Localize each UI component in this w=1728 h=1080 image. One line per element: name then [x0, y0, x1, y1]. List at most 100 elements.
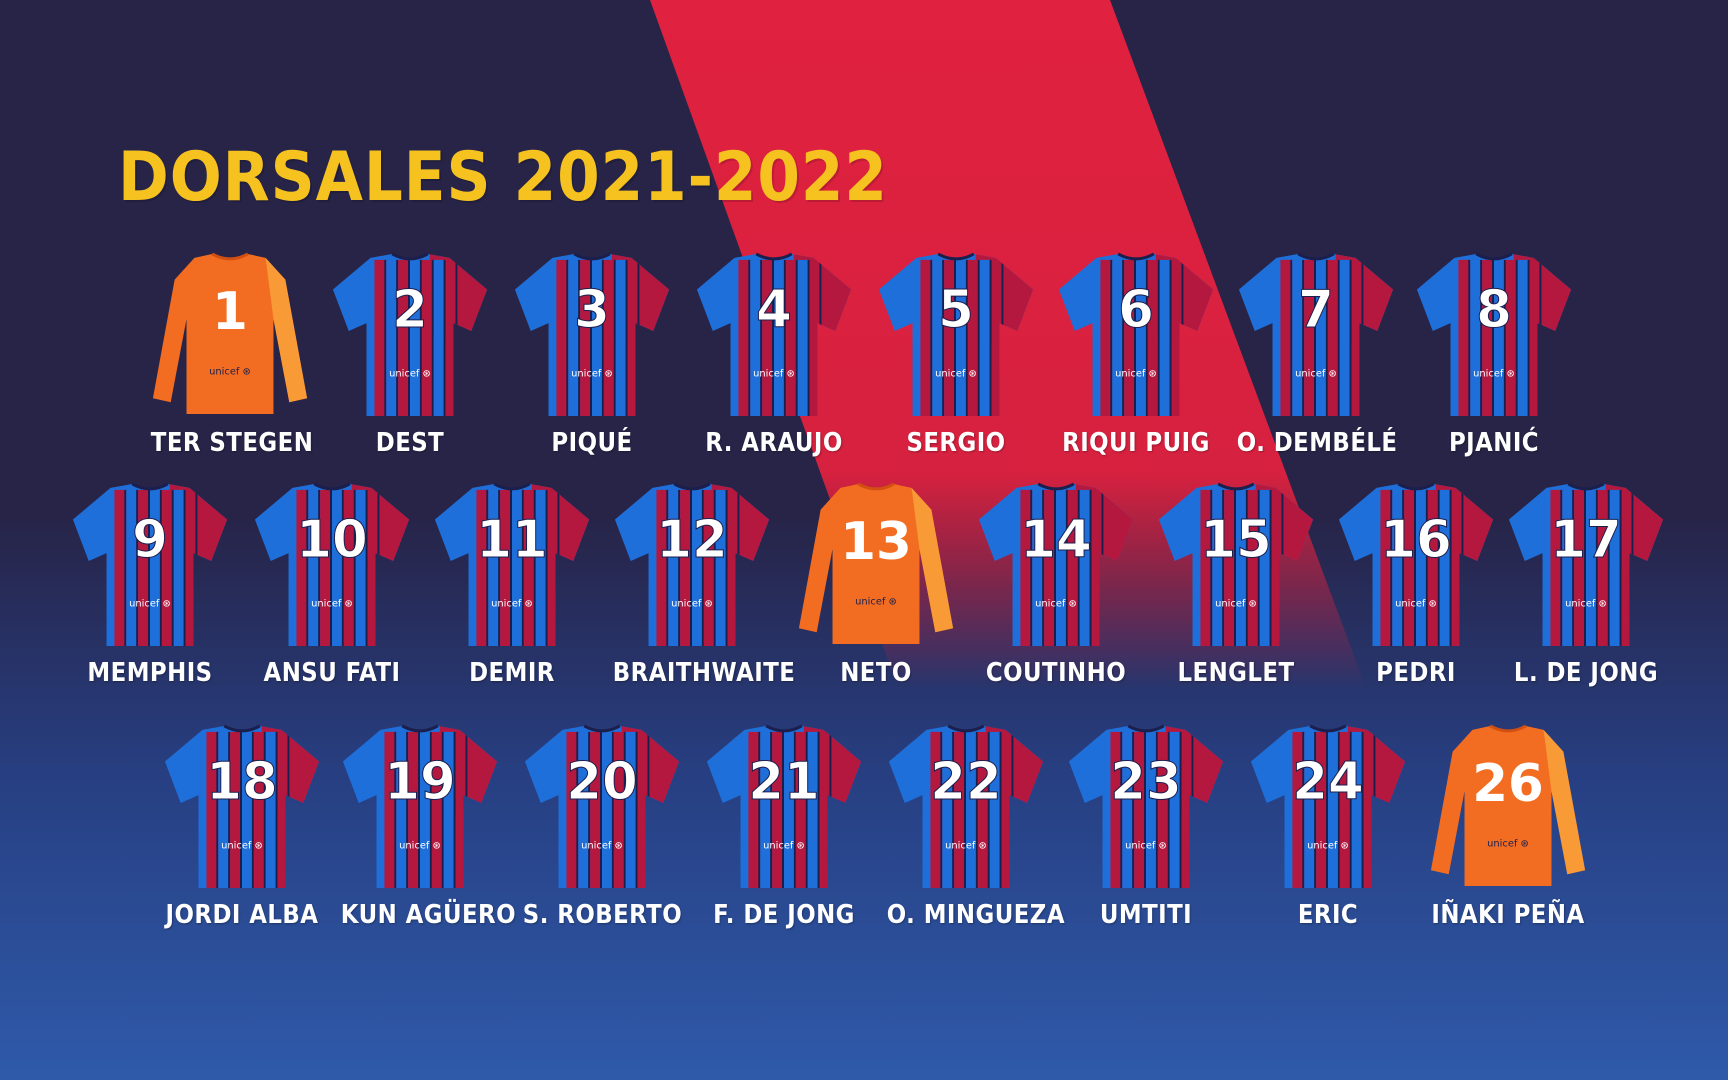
player-name: SERGIO: [906, 428, 1006, 458]
svg-text:3: 3: [574, 280, 610, 340]
svg-text:21: 21: [748, 752, 820, 812]
player-card: 14 unicef ⊛ COUTINHO: [966, 480, 1146, 688]
field-shirt-icon: 12 unicef ⊛: [614, 482, 770, 647]
field-shirt-icon: 6 unicef ⊛: [1058, 252, 1214, 417]
player-name: IÑAKI PEÑA: [1431, 900, 1585, 930]
svg-text:20: 20: [566, 752, 638, 812]
player-name: RIQUI PUIG: [1062, 428, 1210, 458]
player-name: PIQUÉ: [551, 428, 633, 458]
player-name: UMTITI: [1099, 900, 1193, 930]
player-card: 1 unicef ⊛ TER STEGEN: [140, 250, 320, 458]
svg-text:unicef ⊛: unicef ⊛: [399, 840, 441, 851]
field-shirt-icon: 9 unicef ⊛: [72, 482, 228, 647]
player-card: 19 unicef ⊛ KUN AGÜERO: [330, 722, 516, 930]
player-name: ERIC: [1297, 900, 1359, 930]
svg-text:15: 15: [1200, 510, 1272, 570]
field-shirt-icon: 21 unicef ⊛: [706, 724, 862, 889]
svg-text:22: 22: [930, 752, 1002, 812]
player-name: ANSU FATI: [263, 658, 401, 688]
player-name: F. DE JONG: [713, 900, 855, 930]
field-shirt-icon: 22 unicef ⊛: [888, 724, 1044, 889]
svg-text:16: 16: [1380, 510, 1452, 570]
goalkeeper-shirt-icon: 13 unicef ⊛: [798, 482, 954, 645]
svg-text:unicef ⊛: unicef ⊛: [129, 598, 171, 609]
player-name: O. DEMBÉLÉ: [1236, 428, 1398, 458]
svg-text:19: 19: [384, 752, 456, 812]
player-name: S. ROBERTO: [522, 900, 683, 930]
svg-text:unicef ⊛: unicef ⊛: [753, 368, 795, 379]
field-shirt-icon: 8 unicef ⊛: [1416, 252, 1572, 417]
svg-text:5: 5: [938, 280, 974, 340]
player-name: JORDI ALBA: [165, 900, 319, 930]
svg-text:unicef ⊛: unicef ⊛: [855, 597, 897, 608]
player-card: 21 unicef ⊛ F. DE JONG: [694, 722, 874, 930]
player-name: COUTINHO: [985, 658, 1127, 688]
player-name: DEMIR: [469, 658, 555, 688]
svg-text:unicef ⊛: unicef ⊛: [209, 367, 251, 378]
svg-text:7: 7: [1298, 280, 1334, 340]
field-shirt-icon: 18 unicef ⊛: [164, 724, 320, 889]
svg-text:8: 8: [1476, 280, 1512, 340]
svg-text:18: 18: [206, 752, 278, 812]
player-name: MEMPHIS: [87, 658, 213, 688]
field-shirt-icon: 20 unicef ⊛: [524, 724, 680, 889]
svg-text:9: 9: [132, 510, 168, 570]
svg-text:13: 13: [840, 512, 912, 572]
page-title: DORSALES 2021-2022: [118, 138, 888, 217]
svg-text:unicef ⊛: unicef ⊛: [1473, 368, 1515, 379]
field-shirt-icon: 4 unicef ⊛: [696, 252, 852, 417]
field-shirt-icon: 17 unicef ⊛: [1508, 482, 1664, 647]
field-shirt-icon: 7 unicef ⊛: [1238, 252, 1394, 417]
field-shirt-icon: 14 unicef ⊛: [978, 482, 1134, 647]
svg-text:unicef ⊛: unicef ⊛: [1295, 368, 1337, 379]
svg-text:12: 12: [656, 510, 728, 570]
svg-text:unicef ⊛: unicef ⊛: [389, 368, 431, 379]
player-card: 24 unicef ⊛ ERIC: [1238, 722, 1418, 930]
player-name: O. MINGUEZA: [886, 900, 1065, 930]
player-name: NETO: [840, 658, 912, 688]
player-card: 18 unicef ⊛ JORDI ALBA: [152, 722, 332, 930]
player-name: KUN AGÜERO: [340, 900, 516, 930]
field-shirt-icon: 24 unicef ⊛: [1250, 724, 1406, 889]
field-shirt-icon: 16 unicef ⊛: [1338, 482, 1494, 647]
player-name: PJANIĆ: [1448, 428, 1540, 458]
player-card: 13 unicef ⊛ NETO: [786, 480, 966, 688]
player-card: 20 unicef ⊛ S. ROBERTO: [512, 722, 692, 930]
svg-text:24: 24: [1292, 752, 1364, 812]
goalkeeper-shirt-icon: 1 unicef ⊛: [152, 252, 308, 415]
svg-text:unicef ⊛: unicef ⊛: [1035, 598, 1077, 609]
svg-text:unicef ⊛: unicef ⊛: [311, 598, 353, 609]
player-name: BRAITHWAITE: [612, 658, 796, 688]
player-card: 23 unicef ⊛ UMTITI: [1056, 722, 1236, 930]
field-shirt-icon: 11 unicef ⊛: [434, 482, 590, 647]
player-card: 17 unicef ⊛ L. DE JONG: [1496, 480, 1676, 688]
svg-text:unicef ⊛: unicef ⊛: [671, 598, 713, 609]
svg-text:10: 10: [296, 510, 368, 570]
svg-text:17: 17: [1550, 510, 1622, 570]
svg-text:6: 6: [1118, 280, 1154, 340]
svg-text:unicef ⊛: unicef ⊛: [1487, 839, 1529, 850]
svg-text:unicef ⊛: unicef ⊛: [763, 840, 805, 851]
player-name: L. DE JONG: [1513, 658, 1659, 688]
svg-text:26: 26: [1472, 754, 1544, 814]
field-shirt-icon: 3 unicef ⊛: [514, 252, 670, 417]
field-shirt-icon: 15 unicef ⊛: [1158, 482, 1314, 647]
svg-text:4: 4: [756, 280, 792, 340]
svg-text:unicef ⊛: unicef ⊛: [221, 840, 263, 851]
player-card: 5 unicef ⊛ SERGIO: [866, 250, 1046, 458]
player-name: TER STEGEN: [150, 428, 314, 458]
svg-text:unicef ⊛: unicef ⊛: [945, 840, 987, 851]
player-card: 16 unicef ⊛ PEDRI: [1326, 480, 1506, 688]
player-card: 15 unicef ⊛ LENGLET: [1146, 480, 1326, 688]
svg-text:unicef ⊛: unicef ⊛: [1395, 598, 1437, 609]
svg-text:unicef ⊛: unicef ⊛: [1125, 840, 1167, 851]
player-card: 8 unicef ⊛ PJANIĆ: [1404, 250, 1584, 458]
field-shirt-icon: 23 unicef ⊛: [1068, 724, 1224, 889]
goalkeeper-shirt-icon: 26 unicef ⊛: [1430, 724, 1586, 887]
field-shirt-icon: 19 unicef ⊛: [342, 724, 498, 889]
player-card: 26 unicef ⊛ IÑAKI PEÑA: [1418, 722, 1598, 930]
player-card: 7 unicef ⊛ O. DEMBÉLÉ: [1226, 250, 1406, 458]
svg-text:1: 1: [212, 282, 248, 342]
player-card: 2 unicef ⊛ DEST: [320, 250, 500, 458]
player-card: 10 unicef ⊛ ANSU FATI: [242, 480, 422, 688]
